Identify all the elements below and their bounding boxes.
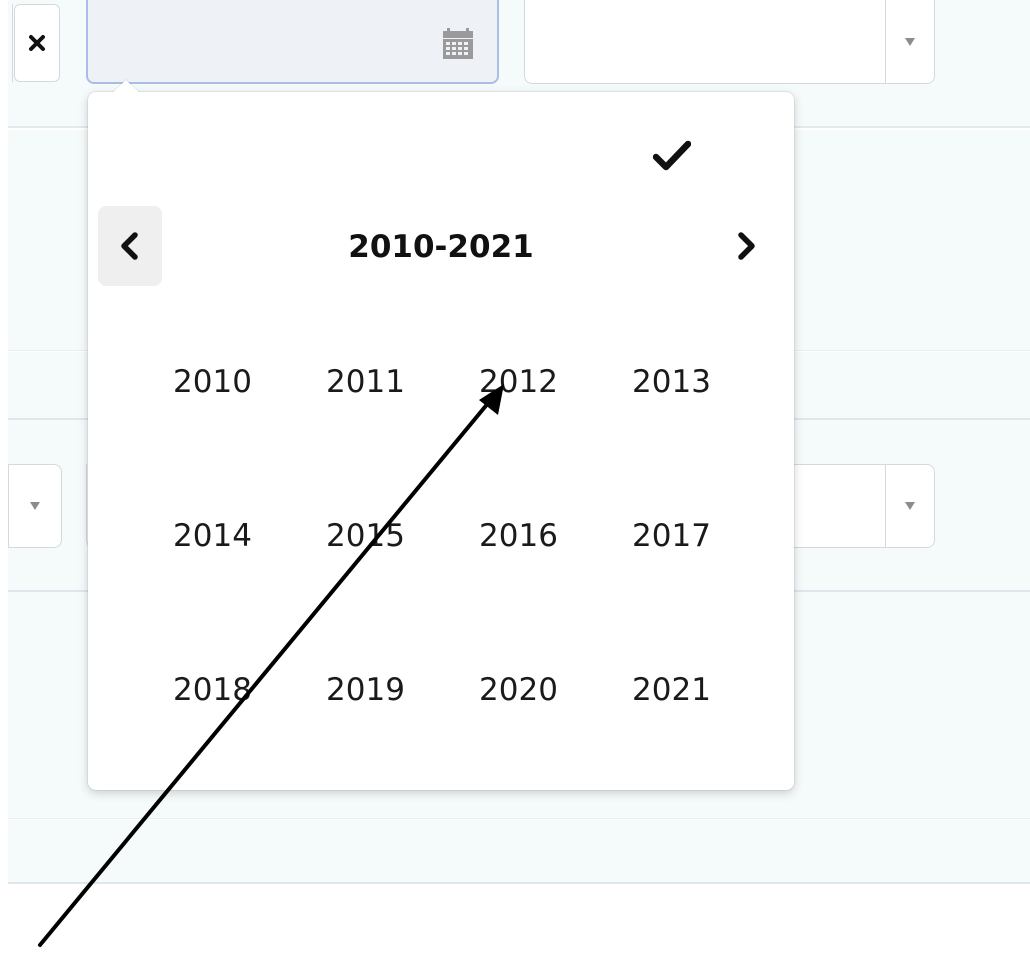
caret-down-icon (905, 37, 915, 46)
year-option[interactable]: 2010 (136, 302, 289, 456)
year-option[interactable]: 2012 (442, 302, 595, 456)
date-input[interactable] (88, 0, 444, 82)
chevron-left-icon (121, 232, 138, 260)
dropdown-toggle[interactable] (8, 465, 61, 547)
caret-down-icon (30, 502, 40, 510)
popover-caret (112, 80, 140, 93)
close-x-icon (29, 35, 45, 51)
year-option[interactable]: 2018 (136, 610, 289, 764)
next-range-button[interactable] (714, 206, 778, 286)
right-select[interactable] (780, 464, 935, 548)
caret-down-icon (905, 502, 915, 510)
calendar-icon[interactable] (441, 26, 475, 64)
year-range-title[interactable]: 2010-2021 (288, 222, 594, 272)
year-option[interactable]: 2020 (442, 610, 595, 764)
checkmark-icon (653, 140, 691, 171)
date-field[interactable] (86, 0, 499, 84)
dropdown-toggle[interactable] (885, 0, 934, 83)
dropdown-toggle[interactable] (885, 465, 934, 547)
form-row-background (8, 820, 1030, 884)
year-option[interactable]: 2015 (289, 456, 442, 610)
top-select[interactable] (524, 0, 935, 84)
year-option[interactable]: 2014 (136, 456, 289, 610)
confirm-button[interactable] (650, 136, 694, 176)
previous-range-button[interactable] (98, 206, 162, 286)
year-option[interactable]: 2017 (595, 456, 748, 610)
year-grid: 2010 2011 2012 2013 2014 2015 2016 2017 … (136, 302, 748, 772)
left-select[interactable] (8, 464, 62, 548)
left-field-edge (8, 4, 13, 82)
chevron-right-icon (738, 232, 755, 260)
year-option[interactable]: 2011 (289, 302, 442, 456)
year-picker-popover: 2010-2021 2010 2011 2012 2013 2014 2015 … (88, 80, 794, 790)
year-option[interactable]: 2016 (442, 456, 595, 610)
year-option[interactable]: 2013 (595, 302, 748, 456)
clear-date-button[interactable] (14, 4, 60, 82)
year-option[interactable]: 2019 (289, 610, 442, 764)
year-option[interactable]: 2021 (595, 610, 748, 764)
